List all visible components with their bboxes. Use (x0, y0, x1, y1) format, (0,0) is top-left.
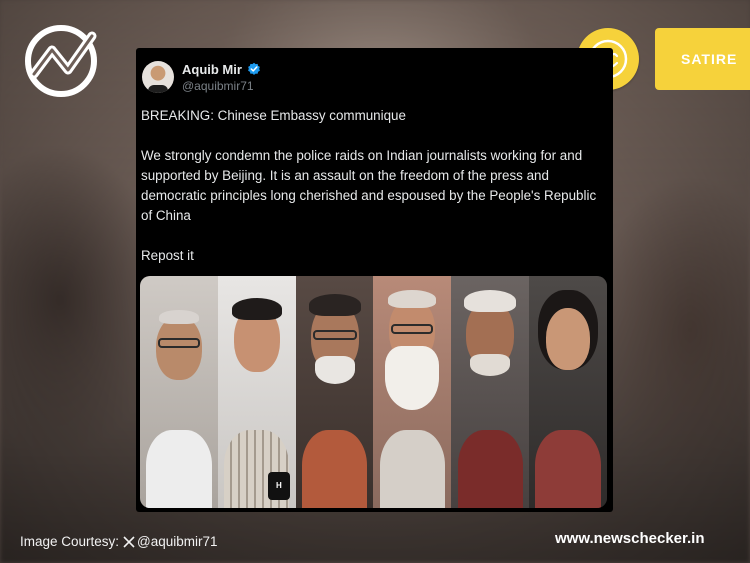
newschecker-logo-icon (25, 25, 97, 97)
tweet-line: BREAKING: Chinese Embassy communique (141, 108, 406, 123)
tweet-line: Repost it (141, 248, 194, 263)
verified-badge-icon (248, 62, 260, 75)
person-photo: H (217, 276, 296, 508)
tweet-card: Aquib Mir @aquibmir71 BREAKING: Chinese … (136, 48, 613, 512)
tweet-body: BREAKING: Chinese Embassy communique We … (141, 106, 609, 266)
author-handle[interactable]: @aquibmir71 (182, 79, 254, 93)
person-photo (140, 276, 218, 508)
author-avatar[interactable] (142, 61, 174, 93)
author-name[interactable]: Aquib Mir (182, 62, 242, 77)
person-photo (373, 276, 452, 508)
site-url[interactable]: www.newschecker.in (555, 530, 705, 547)
courtesy-label: Image Courtesy: (20, 534, 120, 549)
microphone-icon: H (267, 472, 290, 500)
verdict-text: SATIRE (681, 51, 738, 67)
person-photo (529, 276, 607, 508)
x-logo-icon (123, 535, 135, 548)
person-photo (451, 276, 530, 508)
person-photo (295, 276, 374, 508)
courtesy-handle[interactable]: @aquibmir71 (137, 534, 218, 549)
verdict-label: SATIRE (655, 28, 750, 90)
image-courtesy: Image Courtesy: @aquibmir71 (20, 534, 218, 549)
tweet-media-collage[interactable]: H (140, 276, 607, 508)
tweet-line: We strongly condemn the police raids on … (141, 148, 597, 223)
